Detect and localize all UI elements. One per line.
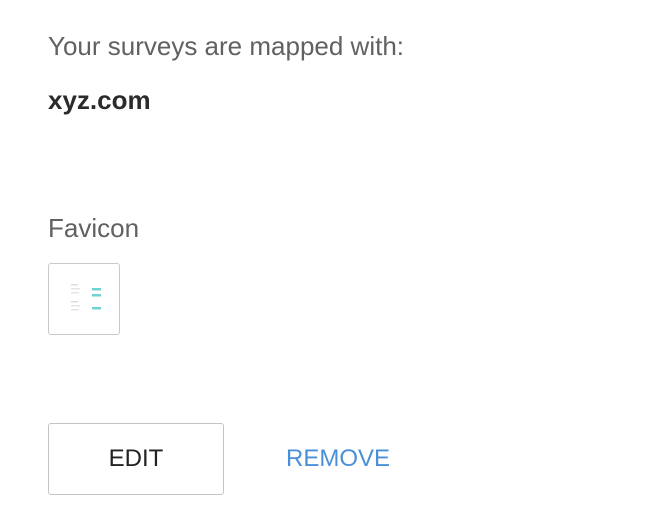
favicon-label: Favicon [48, 213, 140, 243]
mapping-intro-text: Your surveys are mapped with: [48, 31, 405, 61]
favicon-preview-icon [71, 284, 101, 311]
favicon-preview [48, 263, 120, 335]
remove-link[interactable]: REMOVE [286, 441, 390, 477]
edit-button[interactable]: EDIT [48, 423, 224, 495]
mapped-domain: xyz.com [48, 85, 151, 115]
